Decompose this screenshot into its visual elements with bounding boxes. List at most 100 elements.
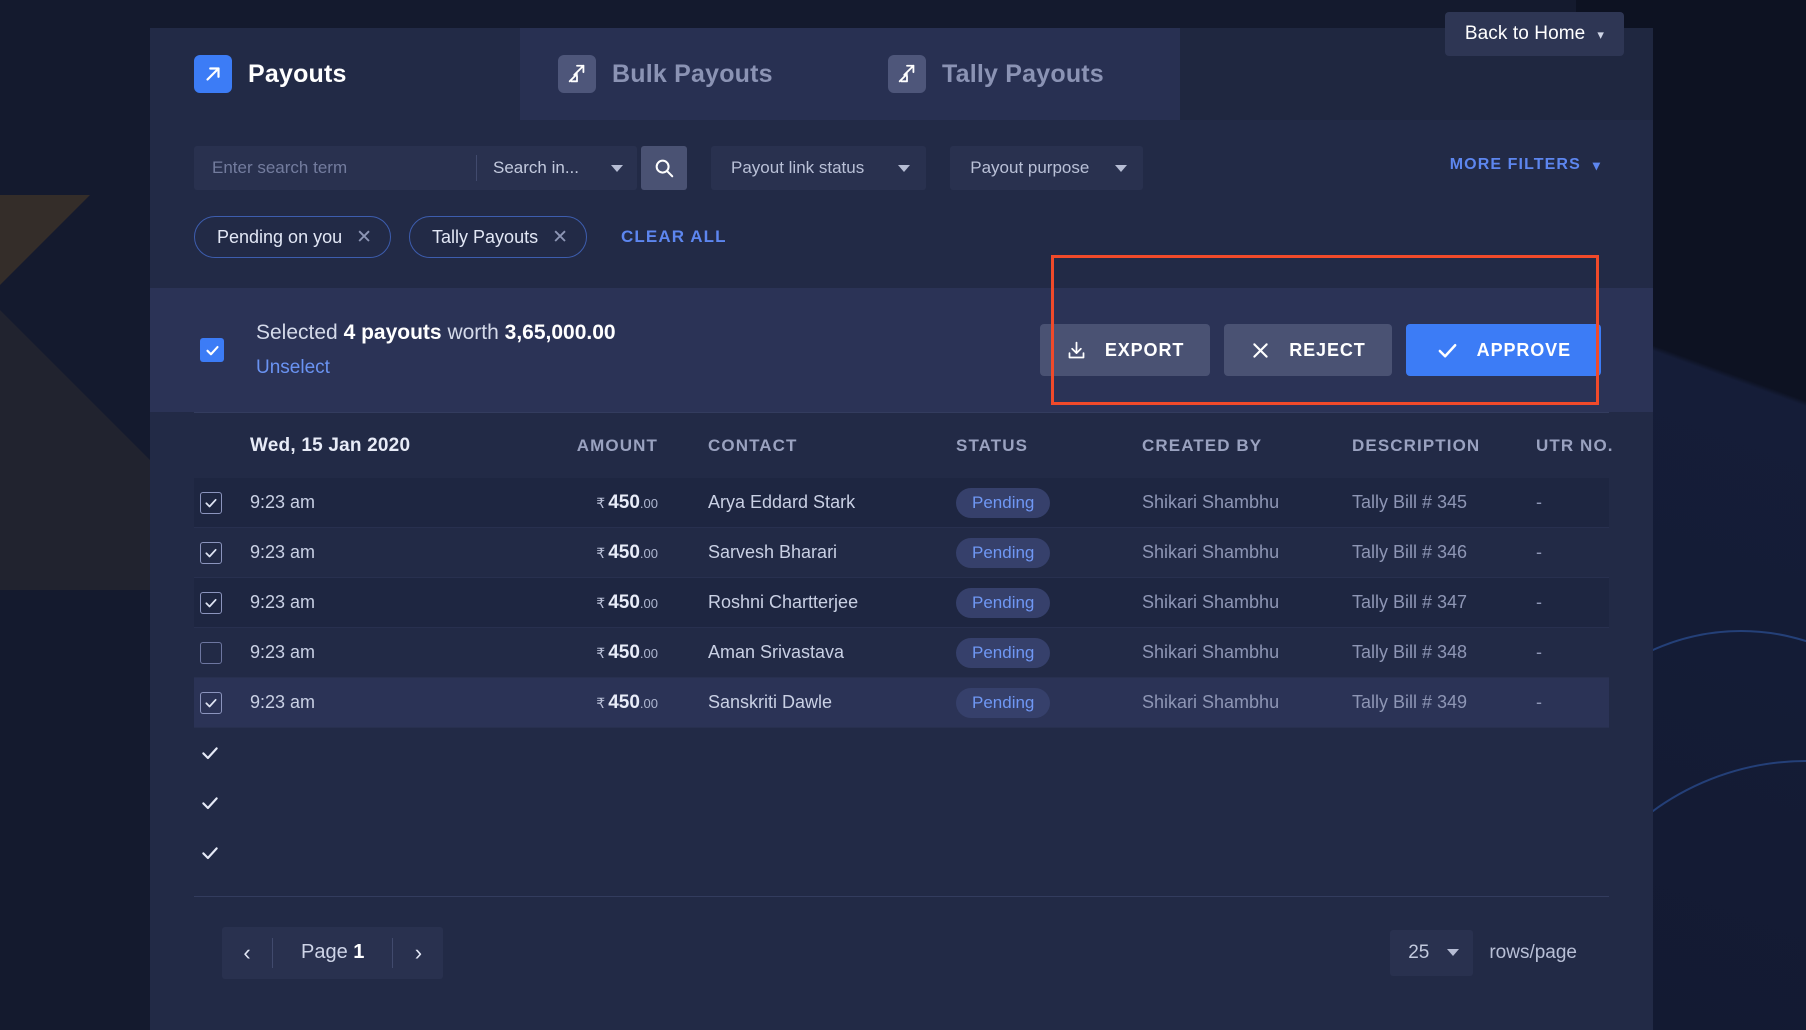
search-input[interactable]	[194, 146, 476, 190]
chevron-down-icon	[1447, 949, 1460, 956]
cell-contact: Arya Eddard Stark	[708, 492, 856, 512]
search-icon	[653, 157, 675, 179]
status-badge: Pending	[956, 587, 1051, 618]
row-checkbox[interactable]	[200, 591, 222, 614]
header-utr-no: UTR NO.	[1536, 435, 1614, 455]
cell-created-by: Shikari Shambhu	[1142, 542, 1280, 562]
check-icon	[200, 843, 220, 863]
table-row[interactable]: 9:23 am ₹450.00 Aman Srivastava Pending Shik…	[194, 628, 1609, 678]
cell-time: 9:23 am	[250, 592, 316, 612]
chevron-left-icon[interactable]: ‹	[222, 927, 272, 979]
chevron-down-icon: ▾	[1592, 156, 1601, 173]
clear-all-button[interactable]: CLEAR ALL	[621, 227, 727, 247]
tab-bar: Payouts Bulk Payouts Tally Payouts	[150, 28, 1653, 120]
status-badge: Pending	[956, 687, 1051, 718]
header-amount: AMOUNT	[576, 435, 658, 455]
search-button[interactable]	[641, 146, 687, 190]
app-card: Payouts Bulk Payouts Tally Payouts Enter…	[150, 28, 1653, 1030]
rows-per-page-value: 25	[1408, 941, 1430, 963]
header-status: STATUS	[956, 435, 1029, 455]
cell-contact: Aman Srivastava	[708, 642, 845, 662]
double-arrow-up-right-icon	[558, 55, 596, 93]
chevron-down-icon	[898, 164, 911, 172]
approve-label: APPROVE	[1476, 339, 1571, 360]
page-number: 1	[353, 941, 365, 963]
selection-bar: Selected 4 payouts worth 3,65,000.00 Uns…	[150, 255, 1653, 412]
tab-tally-payouts[interactable]: Tally Payouts	[850, 28, 1180, 120]
bulk-action-buttons: EXPORT REJECT APPROVE	[1039, 324, 1601, 376]
cell-time: 9:23 am	[250, 542, 316, 562]
cell-description: Tally Bill # 346	[1352, 542, 1468, 562]
table-header-row: Wed, 15 Jan 2020 AMOUNT CONTACT STATUS C…	[194, 412, 1612, 478]
row-checkbox-cell	[194, 641, 250, 664]
table-row[interactable]: 9:23 am ₹450.00 Sanskriti Dawle Pending Shik…	[194, 678, 1609, 728]
triangle-decoration-top	[0, 195, 90, 295]
rows-per-page-select[interactable]: 25	[1390, 929, 1474, 976]
cell-status: Pending	[956, 537, 1142, 568]
cell-utr: -	[1536, 692, 1542, 712]
chevron-right-icon[interactable]: ›	[393, 927, 443, 979]
reject-button[interactable]: REJECT	[1224, 324, 1392, 376]
table-row[interactable]: 9:23 am ₹450.00 Sarvesh Bharari Pending Shik…	[194, 528, 1609, 578]
cell-time: 9:23 am	[250, 692, 316, 712]
tab-bulk-payouts[interactable]: Bulk Payouts	[520, 28, 850, 120]
unselect-link[interactable]: Unselect	[256, 357, 616, 379]
status-badge: Pending	[956, 537, 1051, 568]
row-checkbox-cell	[194, 591, 250, 614]
arrow-up-right-icon	[194, 55, 232, 93]
row-checkbox-cell	[194, 491, 250, 514]
filter-chip-tally-payouts[interactable]: Tally Payouts ✕	[409, 216, 588, 258]
selection-amount: 3,65,000.00	[504, 321, 616, 344]
table-body: 9:23 am ₹450.00 Arya Eddard Stark Pending Sh…	[194, 478, 1609, 728]
search-box: Search in...	[194, 146, 637, 190]
header-date: Wed, 15 Jan 2020	[250, 434, 411, 456]
trailing-checkmarks	[194, 728, 1609, 878]
cell-amount: ₹450.00	[596, 491, 658, 513]
more-filters-button[interactable]: MORE FILTERS ▾	[1450, 156, 1601, 174]
cell-contact: Sarvesh Bharari	[708, 542, 838, 562]
export-button[interactable]: EXPORT	[1039, 324, 1211, 376]
payout-link-status-dropdown[interactable]: Payout link status	[711, 146, 927, 190]
status-badge: Pending	[956, 487, 1051, 518]
close-icon[interactable]: ✕	[552, 228, 568, 247]
double-arrow-up-right-icon	[888, 55, 926, 93]
page-indicator: Page 1	[273, 941, 392, 964]
row-checkbox-cell	[194, 691, 250, 714]
active-filter-chips: Pending on you ✕ Tally Payouts ✕ CLEAR A…	[194, 190, 1609, 288]
payout-purpose-label: Payout purpose	[970, 158, 1090, 177]
status-badge: Pending	[956, 637, 1051, 668]
chevron-down-icon	[1115, 164, 1128, 172]
payout-purpose-dropdown[interactable]: Payout purpose	[950, 146, 1144, 190]
search-scope-label: Search in...	[493, 158, 579, 177]
reject-label: REJECT	[1289, 339, 1366, 360]
selection-middle: worth	[447, 321, 499, 344]
trailing-check-row	[194, 778, 1609, 828]
table-row[interactable]: 9:23 am ₹450.00 Arya Eddard Stark Pending Sh…	[194, 478, 1609, 528]
tab-payouts[interactable]: Payouts	[150, 28, 520, 120]
cell-contact: Roshni Chartterjee	[708, 592, 859, 612]
approve-button[interactable]: APPROVE	[1405, 324, 1601, 376]
select-all-checkbox[interactable]	[200, 338, 224, 362]
tab-bulk-payouts-label: Bulk Payouts	[612, 59, 773, 88]
cell-utr: -	[1536, 542, 1542, 562]
trailing-check-row	[194, 828, 1609, 878]
check-icon	[1436, 339, 1459, 362]
filter-bar: Search in... Payout link status	[150, 120, 1653, 288]
cell-description: Tally Bill # 345	[1352, 492, 1468, 512]
close-icon[interactable]: ✕	[356, 228, 372, 247]
chevron-down-icon	[611, 164, 623, 172]
payout-link-status-label: Payout link status	[731, 158, 865, 177]
tab-payouts-label: Payouts	[248, 59, 347, 88]
row-checkbox[interactable]	[200, 491, 222, 514]
row-checkbox[interactable]	[200, 691, 222, 714]
selection-prefix: Selected	[256, 321, 338, 344]
back-to-home-button[interactable]: Back to Home ▾	[1444, 12, 1624, 56]
filter-chip-pending-on-you[interactable]: Pending on you ✕	[194, 216, 392, 258]
table-row[interactable]: 9:23 am ₹450.00 Roshni Chartterjee Pending S…	[194, 578, 1609, 628]
row-checkbox[interactable]	[200, 641, 222, 664]
export-label: EXPORT	[1104, 339, 1185, 360]
cell-contact: Sanskriti Dawle	[708, 692, 833, 712]
search-scope-dropdown[interactable]: Search in...	[477, 146, 637, 190]
check-icon	[200, 743, 220, 763]
row-checkbox[interactable]	[200, 541, 222, 564]
